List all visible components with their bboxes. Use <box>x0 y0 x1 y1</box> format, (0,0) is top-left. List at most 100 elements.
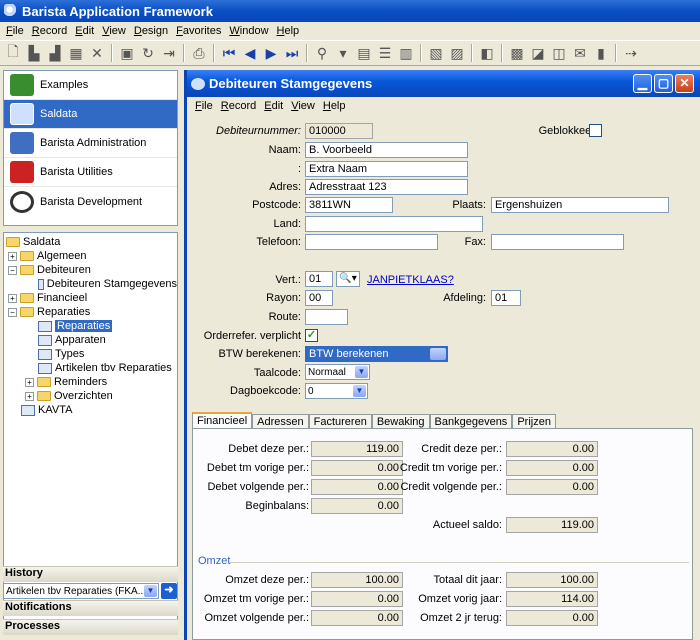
debet-tm-vorige-per-field[interactable]: 0.00 <box>311 460 403 476</box>
tree-item-kavta[interactable]: KAVTA <box>4 403 177 417</box>
query-icon[interactable]: ▾ <box>334 44 352 62</box>
tree-item-algemeen[interactable]: + Algemeen <box>4 249 177 263</box>
save-icon[interactable]: ▣ <box>118 44 136 62</box>
debet-volgende-per-field[interactable]: 0.00 <box>311 479 403 495</box>
menu-favorites[interactable]: Favorites <box>172 25 225 37</box>
attach-icon[interactable]: ◧ <box>478 44 496 62</box>
nav-item-barista-development[interactable]: Barista Development <box>4 187 177 216</box>
window-menu-help[interactable]: Help <box>319 100 350 112</box>
naam-field[interactable]: B. Voorbeeld <box>305 142 468 158</box>
history-select[interactable]: Artikelen tbv Reparaties (FKA... ▼ <box>3 583 159 599</box>
processes-header[interactable]: Processes <box>3 619 178 635</box>
new-icon[interactable]: 🗋 <box>4 43 22 62</box>
list-icon[interactable]: ☰ <box>376 44 394 62</box>
lookup-search-icon[interactable]: 🔍▾ <box>336 271 360 287</box>
taalcode-select[interactable]: Normaal ▼ <box>305 364 370 380</box>
next-window-icon[interactable]: ⇢ <box>622 44 640 62</box>
tree-item-debiteuren-stamgegevens[interactable]: Debiteuren Stamgegevens <box>4 277 177 291</box>
omzet-volgende-per-field[interactable]: 0.00 <box>311 610 403 626</box>
chevron-down-icon[interactable]: ▼ <box>355 366 368 378</box>
list-icon[interactable] <box>430 348 446 360</box>
menu-record[interactable]: Record <box>28 25 71 37</box>
plaats-field[interactable]: Ergenshuizen <box>491 197 669 213</box>
orderrefer-verplicht-checkbox[interactable]: ✓ <box>305 329 318 342</box>
beginbalans-field[interactable]: 0.00 <box>311 498 403 514</box>
collapse-icon[interactable]: − <box>8 265 17 275</box>
mail-icon[interactable]: ✉ <box>571 44 589 62</box>
totaal-dit-jaar-field[interactable]: 100.00 <box>506 572 598 588</box>
credit-tm-vorige-per-field[interactable]: 0.00 <box>506 460 598 476</box>
print-icon[interactable]: ⎙ <box>190 44 208 62</box>
notes-icon[interactable]: ▮ <box>592 44 610 62</box>
menu-help[interactable]: Help <box>273 25 304 37</box>
close-icon[interactable]: ✕ <box>675 74 694 93</box>
fax-field[interactable] <box>491 234 624 250</box>
last-record-icon[interactable]: ⏭ <box>283 44 301 62</box>
land-field[interactable] <box>305 216 483 232</box>
expand-icon[interactable]: + <box>25 391 34 401</box>
credit-volgende-per-field[interactable]: 0.00 <box>506 479 598 495</box>
edit-icon[interactable]: ▦ <box>67 44 85 62</box>
dagboekcode-select[interactable]: 0 ▼ <box>305 383 368 399</box>
window-menu-record[interactable]: Record <box>217 100 260 112</box>
tree-item-debiteuren[interactable]: − Debiteuren <box>4 263 177 277</box>
expand-icon[interactable]: + <box>8 251 17 261</box>
rayon-field[interactable]: 00 <box>305 290 333 306</box>
filter-icon[interactable]: ▤ <box>355 44 373 62</box>
tree-item-reparaties[interactable]: − Reparaties <box>4 305 177 319</box>
next-record-icon[interactable]: ▶ <box>262 44 280 62</box>
omzet-vorig-jaar-field[interactable]: 114.00 <box>506 591 598 607</box>
grid-icon[interactable]: ▥ <box>397 44 415 62</box>
menu-window[interactable]: Window <box>225 25 272 37</box>
tree-item-reminders[interactable]: + Reminders <box>4 375 177 389</box>
tree-item-types[interactable]: Types <box>4 347 177 361</box>
geblokkeerd-checkbox[interactable] <box>589 124 602 137</box>
menu-file[interactable]: File <box>2 25 28 37</box>
postcode-field[interactable]: 3811WN <box>305 197 393 213</box>
telefoon-field[interactable] <box>305 234 438 250</box>
previous-record-icon[interactable]: ◀ <box>241 44 259 62</box>
window-menu-file[interactable]: File <box>191 100 217 112</box>
menu-design[interactable]: Design <box>130 25 172 37</box>
refresh-icon[interactable]: ↻ <box>139 44 157 62</box>
nav-item-saldata[interactable]: Saldata <box>4 100 177 129</box>
paste-record-icon[interactable]: ▟ <box>46 44 64 62</box>
debiteurnummer-field[interactable]: 010000 <box>305 123 373 139</box>
debet-deze-per-field[interactable]: 119.00 <box>311 441 403 457</box>
nav-item-barista-utilities[interactable]: Barista Utilities <box>4 158 177 187</box>
route-field[interactable] <box>305 309 348 325</box>
vert-lookup-link[interactable]: JANPIETKLAAS? <box>367 274 454 286</box>
folder-icon[interactable]: ◫ <box>550 44 568 62</box>
nav-item-barista-administration[interactable]: Barista Administration <box>4 129 177 158</box>
notifications-header[interactable]: Notifications <box>3 600 178 616</box>
expand-icon[interactable]: + <box>8 293 17 303</box>
find-icon[interactable]: ⚲ <box>313 44 331 62</box>
window-menu-edit[interactable]: Edit <box>260 100 287 112</box>
window-menu-view[interactable]: View <box>287 100 319 112</box>
calculator-icon[interactable]: ▩ <box>508 44 526 62</box>
btw-select[interactable]: BTW berekenen <box>305 346 448 362</box>
omzet-tm-vorige-per-field[interactable]: 0.00 <box>311 591 403 607</box>
actueel-saldo-field[interactable]: 119.00 <box>506 517 598 533</box>
chevron-down-icon[interactable]: ▼ <box>144 585 157 597</box>
tree-item-reparaties-form[interactable]: Reparaties <box>4 319 177 333</box>
minimize-icon[interactable]: ▁ <box>633 74 652 93</box>
collapse-icon[interactable]: − <box>8 307 17 317</box>
expand-icon[interactable]: + <box>25 377 34 387</box>
menu-view[interactable]: View <box>98 25 130 37</box>
nav-item-examples[interactable]: Examples <box>4 71 177 100</box>
exit-icon[interactable]: ⇥ <box>160 44 178 62</box>
tree-item-apparaten[interactable]: Apparaten <box>4 333 177 347</box>
omzet-2-jr-terug-field[interactable]: 0.00 <box>506 610 598 626</box>
tree-item-financieel[interactable]: + Financieel <box>4 291 177 305</box>
history-header[interactable]: History <box>3 566 178 582</box>
copy-record-icon[interactable]: ▙ <box>25 44 43 62</box>
tree-item-artikelen[interactable]: Artikelen tbv Reparaties <box>4 361 177 375</box>
adres-field[interactable]: Adresstraat 123 <box>305 179 468 195</box>
tree-item-saldata[interactable]: Saldata <box>4 235 177 249</box>
tree-item-overzichten[interactable]: + Overzichten <box>4 389 177 403</box>
chevron-down-icon[interactable]: ▼ <box>353 385 366 397</box>
menu-edit[interactable]: Edit <box>71 25 98 37</box>
credit-deze-per-field[interactable]: 0.00 <box>506 441 598 457</box>
go-arrow-icon[interactable]: ➜ <box>161 583 177 599</box>
